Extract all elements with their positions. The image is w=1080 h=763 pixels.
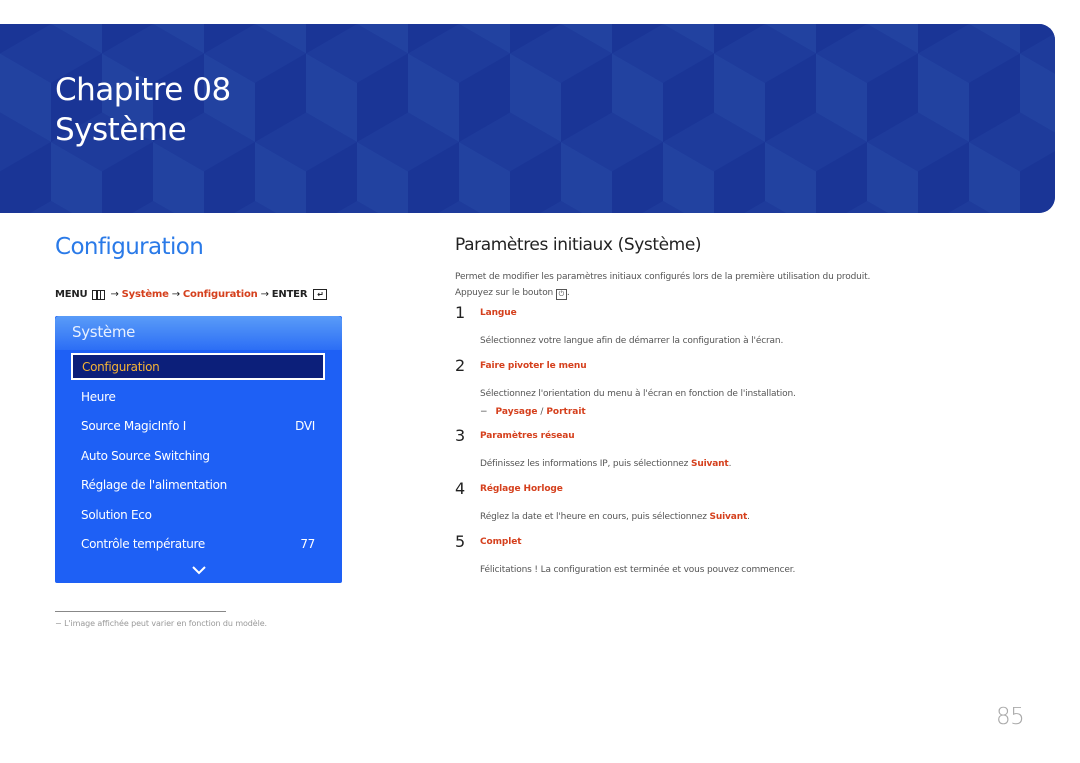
chevron-down-icon[interactable]: [192, 565, 206, 575]
intro-text: Permet de modifier les paramètres initia…: [455, 269, 870, 301]
enter-icon: ↵: [313, 289, 328, 300]
path-arrow: →: [110, 289, 119, 300]
power-icon: ⏻: [555, 289, 567, 300]
step-number: 2: [455, 356, 466, 375]
path-step-configuration: Configuration: [182, 289, 258, 300]
osd-item-label: Configuration: [82, 359, 160, 374]
osd-item-configuration[interactable]: Configuration: [71, 353, 325, 380]
osd-item-source-magicinfo[interactable]: Source MagicInfo I DVI: [71, 412, 325, 439]
step-number: 4: [455, 479, 466, 498]
subsection-heading: Paramètres initiaux (Système): [455, 235, 702, 255]
chapter-title: Chapitre 08 Système: [55, 70, 231, 150]
option-dash: −: [480, 407, 488, 417]
step-title-langue: Langue: [480, 308, 517, 318]
menu-path: MENU → Système → Configuration → ENTER ↵: [55, 289, 328, 300]
step-desc-text: Définissez les informations IP, puis sél…: [480, 459, 691, 469]
menu-label: MENU: [55, 289, 88, 300]
step-desc: Sélectionnez votre langue afin de démarr…: [480, 336, 783, 346]
step-desc: Sélectionnez l'orientation du menu à l'é…: [480, 389, 796, 399]
step-desc-text: Sélectionnez votre langue afin de démarr…: [480, 336, 784, 346]
osd-item-label: Auto Source Switching: [81, 448, 210, 463]
osd-item-reglage-alimentation[interactable]: Réglage de l'alimentation: [71, 471, 325, 498]
osd-item-heure[interactable]: Heure: [71, 383, 325, 410]
osd-menu-panel: Système Configuration Heure Source Magic…: [55, 316, 342, 583]
intro-line-2-text: Appuyez sur le bouton: [455, 288, 554, 298]
step-desc-emphasis: Suivant: [690, 459, 729, 469]
step-title-complet: Complet: [480, 537, 522, 547]
step-number: 5: [455, 532, 466, 551]
step-desc: Réglez la date et l'heure en cours, puis…: [480, 512, 750, 522]
osd-item-label: Réglage de l'alimentation: [81, 477, 227, 492]
chapter-name: Système: [55, 112, 187, 148]
osd-item-value: 77: [300, 536, 315, 551]
step-desc-text: Réglez la date et l'heure en cours, puis…: [480, 512, 710, 522]
option-separator: /: [537, 407, 547, 417]
orientation-options: − Paysage / Portrait: [480, 407, 586, 417]
osd-item-auto-source-switching[interactable]: Auto Source Switching: [71, 442, 325, 469]
chapter-number: Chapitre 08: [55, 72, 231, 108]
menu-grid-icon: [92, 289, 106, 300]
section-title: Configuration: [55, 234, 204, 260]
footnote-divider: [55, 611, 226, 612]
option-portrait: Portrait: [546, 407, 586, 417]
step-desc: Définissez les informations IP, puis sél…: [480, 459, 731, 469]
osd-item-value: DVI: [295, 418, 315, 433]
osd-title: Système: [72, 323, 136, 341]
osd-item-label: Heure: [81, 389, 116, 404]
step-desc-end: .: [747, 512, 750, 522]
step-desc-text: Sélectionnez l'orientation du menu à l'é…: [480, 389, 796, 399]
step-desc-text: Félicitations ! La configuration est ter…: [480, 565, 796, 575]
step-number: 3: [455, 426, 466, 445]
option-paysage: Paysage: [495, 407, 538, 417]
step-desc-end: .: [728, 459, 732, 469]
intro-line-1: Permet de modifier les paramètres initia…: [455, 272, 871, 282]
intro-line-2: Appuyez sur le bouton ⏻.: [455, 285, 870, 301]
path-step-systeme: Système: [121, 289, 169, 300]
step-title-reglage-horloge: Réglage Horloge: [480, 484, 563, 494]
step-desc: Félicitations ! La configuration est ter…: [480, 565, 795, 575]
path-arrow: →: [171, 289, 180, 300]
intro-line-2-end: .: [566, 288, 570, 298]
osd-item-controle-temperature[interactable]: Contrôle température 77: [71, 530, 325, 557]
chapter-banner: Chapitre 08 Système: [0, 24, 1055, 213]
osd-header: Système: [55, 316, 342, 350]
osd-item-solution-eco[interactable]: Solution Eco: [71, 501, 325, 528]
osd-item-label: Source MagicInfo I: [81, 418, 186, 433]
path-arrow: →: [260, 289, 269, 300]
footnote: − L'image affichée peut varier en foncti…: [55, 619, 267, 628]
step-title-faire-pivoter: Faire pivoter le menu: [480, 361, 587, 371]
footnote-text: L'image affichée peut varier en fonction…: [64, 619, 267, 628]
page-number: 85: [996, 704, 1025, 730]
footnote-dash: −: [55, 619, 62, 628]
step-desc-emphasis: Suivant: [709, 512, 748, 522]
osd-item-label: Contrôle température: [81, 536, 206, 551]
enter-label: ENTER: [271, 289, 308, 300]
step-number: 1: [455, 303, 466, 322]
osd-item-label: Solution Eco: [81, 507, 152, 522]
step-title-parametres-reseau: Paramètres réseau: [480, 431, 575, 441]
